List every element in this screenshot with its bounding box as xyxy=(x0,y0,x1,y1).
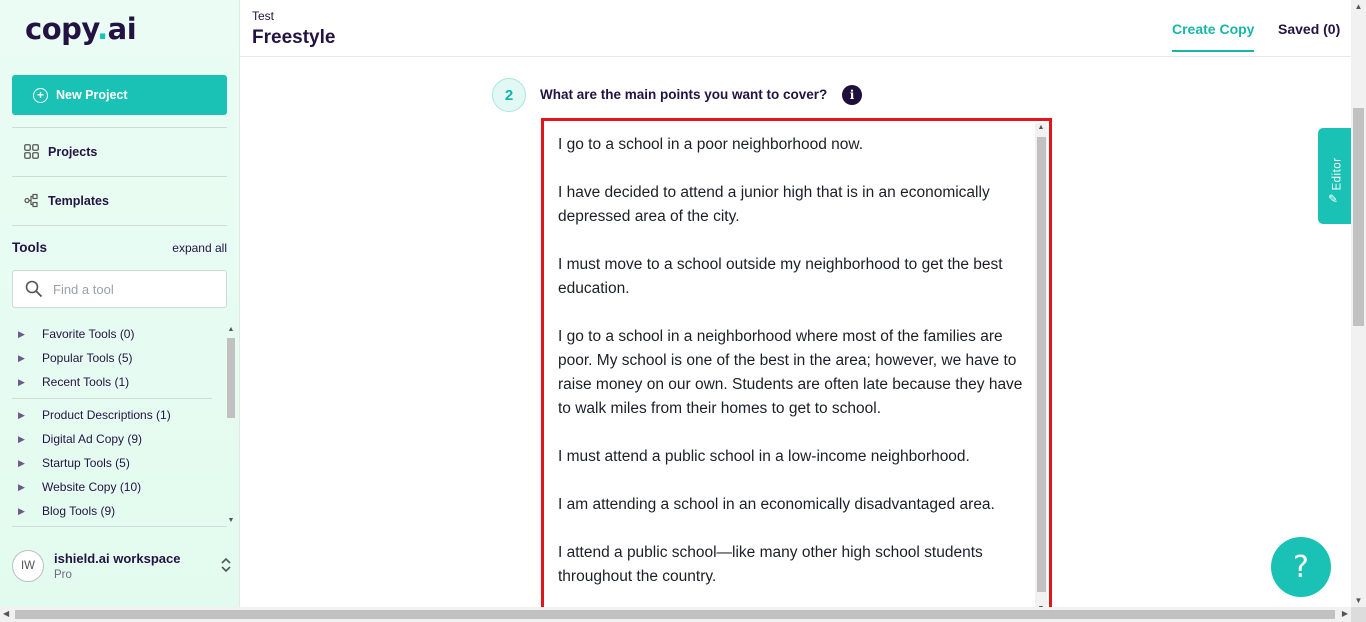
question-label: What are the main points you want to cov… xyxy=(540,87,828,102)
divider xyxy=(12,127,227,128)
tool-group-item[interactable]: ▶ Recent Tools (1) xyxy=(12,370,224,394)
workspace-name: ishield.ai workspace xyxy=(54,551,181,566)
tool-group-item[interactable]: ▶ Blog Tools (9) xyxy=(12,499,224,522)
help-button[interactable]: ? xyxy=(1271,537,1331,597)
divider xyxy=(12,225,227,226)
pencil-icon: ✎ xyxy=(1328,192,1339,206)
tool-group-item[interactable]: ▶ Startup Tools (5) xyxy=(12,451,224,475)
scroll-left-arrow[interactable]: ◀ xyxy=(3,609,9,618)
scroll-up-arrow[interactable]: ▲ xyxy=(1351,2,1366,11)
scrollbar-thumb[interactable] xyxy=(1037,137,1046,592)
page-vertical-scrollbar[interactable]: ▲ ▼ xyxy=(1351,0,1366,607)
divider xyxy=(12,398,212,399)
plus-circle-icon: + xyxy=(33,87,48,103)
projects-label: Projects xyxy=(48,144,98,159)
sidebar-item-templates[interactable]: Templates xyxy=(24,193,109,208)
scrollbar-corner xyxy=(1351,607,1366,622)
main-points-text[interactable]: I go to a school in a poor neighborhood … xyxy=(558,133,1028,589)
step-number-badge: 2 xyxy=(492,78,526,112)
avatar: IW xyxy=(12,550,44,582)
sidebar-item-projects[interactable]: Projects xyxy=(24,144,97,159)
tab-saved[interactable]: Saved (0) xyxy=(1278,21,1340,37)
editor-tab-label: Editor xyxy=(1331,157,1344,191)
sidebar: copy.ai + New Project Projects Templates… xyxy=(0,0,240,607)
templates-icon xyxy=(24,193,38,208)
tools-title: Tools xyxy=(12,240,47,255)
workspace-switcher[interactable]: IW ishield.ai workspace Pro xyxy=(12,538,232,594)
scroll-up-arrow[interactable]: ▲ xyxy=(226,326,236,333)
scrollbar-thumb[interactable] xyxy=(15,610,1335,619)
scrollbar-thumb[interactable] xyxy=(227,338,235,418)
caret-right-icon: ▶ xyxy=(18,352,25,363)
editor-panel-toggle[interactable]: Editor ✎ xyxy=(1318,128,1351,224)
logo[interactable]: copy.ai xyxy=(25,12,137,46)
templates-label: Templates xyxy=(48,193,109,208)
new-project-label: New Project xyxy=(56,88,128,102)
tool-list: ▶ Favorite Tools (0) ▶ Popular Tools (5) ▶… xyxy=(12,322,224,522)
search-icon xyxy=(25,280,43,298)
scrollbar-thumb[interactable] xyxy=(1353,108,1364,326)
workspace-plan: Pro xyxy=(54,569,72,581)
scroll-down-arrow[interactable]: ▼ xyxy=(1351,596,1366,605)
search-placeholder: Find a tool xyxy=(53,281,114,297)
info-icon[interactable]: i xyxy=(842,85,862,105)
new-project-button[interactable]: + New Project xyxy=(12,75,227,115)
divider xyxy=(12,526,227,527)
caret-right-icon: ▶ xyxy=(18,481,25,492)
tool-list-scrollbar[interactable]: ▲ ▼ xyxy=(226,326,236,524)
tool-group-item[interactable]: ▶ Popular Tools (5) xyxy=(12,346,224,370)
caret-right-icon: ▶ xyxy=(18,409,25,420)
caret-right-icon: ▶ xyxy=(18,505,25,516)
caret-right-icon: ▶ xyxy=(18,457,25,468)
tools-header: Tools expand all xyxy=(12,240,227,255)
page-horizontal-scrollbar[interactable]: ◀ ▶ xyxy=(0,607,1351,622)
breadcrumb[interactable]: Test xyxy=(252,9,274,23)
scroll-right-arrow[interactable]: ▶ xyxy=(1342,609,1348,618)
main-points-textarea[interactable]: I go to a school in a poor neighborhood … xyxy=(541,118,1052,618)
tab-create-copy[interactable]: Create Copy xyxy=(1172,21,1255,52)
scroll-up-arrow[interactable]: ▲ xyxy=(1035,124,1047,131)
tool-group-item[interactable]: ▶ Digital Ad Copy (9) xyxy=(12,427,224,451)
caret-right-icon: ▶ xyxy=(18,376,25,387)
tool-group-item[interactable]: ▶ Favorite Tools (0) xyxy=(12,322,224,346)
caret-right-icon: ▶ xyxy=(18,328,25,339)
tool-group-item[interactable]: ▶ Product Descriptions (1) xyxy=(12,403,224,427)
textarea-scrollbar[interactable]: ▲ ▼ xyxy=(1035,123,1047,613)
divider xyxy=(12,176,227,177)
page-header: Test Freestyle Create Copy Saved (0) xyxy=(240,0,1351,57)
chevron-updown-icon xyxy=(220,556,232,576)
tool-group-item[interactable]: ▶ Website Copy (10) xyxy=(12,475,224,499)
page-title: Freestyle xyxy=(252,27,336,48)
caret-right-icon: ▶ xyxy=(18,433,25,444)
scroll-down-arrow[interactable]: ▼ xyxy=(226,517,236,524)
tool-search-input[interactable]: Find a tool xyxy=(12,270,227,308)
grid-icon xyxy=(24,144,39,159)
expand-all-link[interactable]: expand all xyxy=(172,241,227,255)
